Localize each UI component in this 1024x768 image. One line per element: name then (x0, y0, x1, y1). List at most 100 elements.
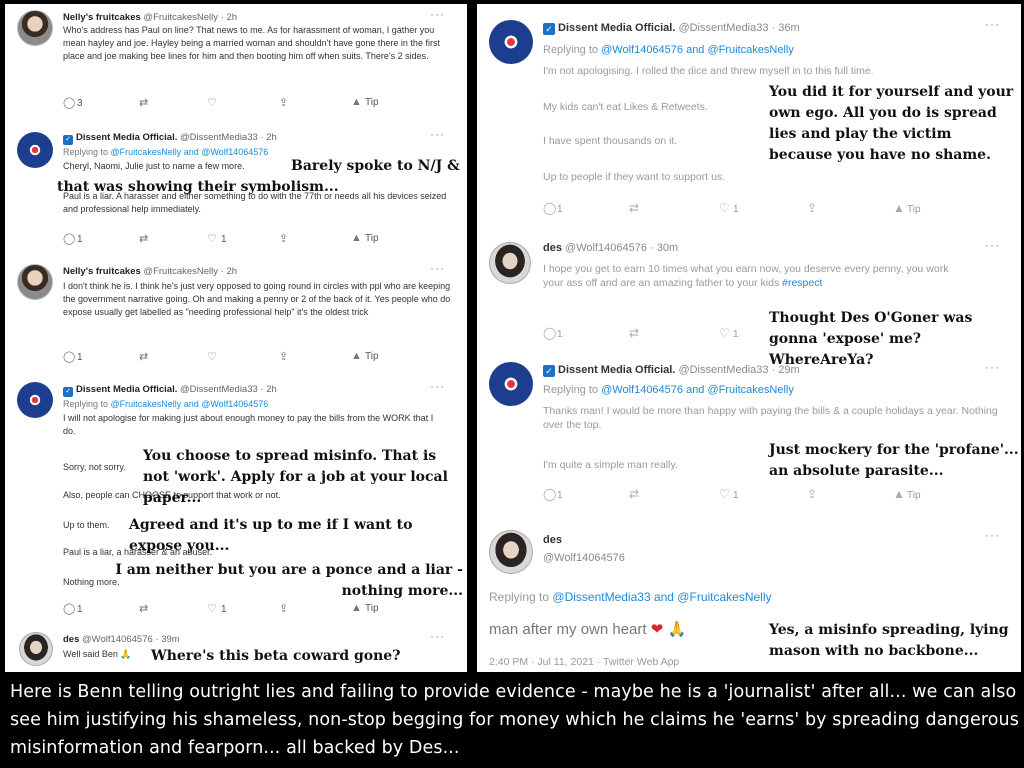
tweet-text-2: My kids can't eat Likes & Retweets. (543, 101, 708, 113)
reply-button[interactable]: ◯1 (63, 602, 83, 615)
more-icon[interactable]: ··· (430, 127, 445, 141)
display-name[interactable]: des (543, 242, 562, 254)
avatar[interactable] (17, 132, 53, 168)
avatar[interactable] (489, 20, 533, 64)
retweet-icon: ⇄ (139, 603, 149, 615)
like-button[interactable]: ♡ 1 (207, 232, 227, 245)
tweet-actions: ◯1 ⇄ ♡1 ⇪ ▲Tip (543, 201, 1003, 215)
more-icon[interactable]: ··· (985, 17, 1000, 31)
reply-button[interactable]: ◯1 (63, 350, 83, 363)
praying-hands-icon: 🙏 (667, 621, 687, 638)
tweet-des-1[interactable]: des @Wolf14064576 · 39m ··· Well said Be… (5, 626, 467, 672)
mention-link[interactable]: @DissentMedia33 and @FruitcakesNelly (552, 590, 771, 604)
display-name[interactable]: Dissent Media Official. (558, 364, 675, 376)
like-button[interactable]: ♡ 1 (719, 487, 739, 501)
tweet-dissent-4[interactable]: ✓ Dissent Media Official. @DissentMedia33… (477, 354, 1021, 522)
annotation-overlay: You did it for yourself and your own ego… (769, 84, 1014, 163)
reply-button[interactable]: ◯ 3 (63, 96, 83, 109)
more-icon[interactable]: ··· (985, 238, 1000, 252)
retweet-button[interactable]: ⇄ (629, 326, 643, 340)
handle: @Wolf14064576 (543, 552, 625, 564)
display-name[interactable]: des (543, 534, 562, 546)
reply-button[interactable]: ◯1 (543, 487, 563, 501)
reply-button[interactable]: ◯1 (543, 326, 563, 340)
tweet-text-4: Up to them. (63, 520, 110, 530)
share-icon: ⇪ (279, 603, 289, 615)
tweet-header: ✓ Dissent Media Official. @DissentMedia33… (543, 22, 800, 35)
retweet-button[interactable]: ⇄ (139, 96, 153, 109)
reply-button[interactable]: ◯1 (543, 201, 563, 215)
display-name[interactable]: Dissent Media Official. (76, 384, 177, 395)
retweet-button[interactable]: ⇄ (139, 602, 153, 615)
share-button[interactable]: ⇪ (807, 487, 821, 501)
replying-to: Replying to @FruitcakesNelly and @Wolf14… (63, 399, 269, 409)
avatar[interactable] (17, 10, 53, 46)
reply-button[interactable]: ◯1 (63, 232, 83, 245)
display-name[interactable]: des (63, 634, 79, 645)
tip-icon: ▲ (893, 487, 905, 501)
retweet-button[interactable]: ⇄ (139, 232, 153, 245)
like-button[interactable]: ♡ 1 (207, 602, 227, 615)
more-icon[interactable]: ··· (430, 261, 445, 275)
retweet-button[interactable]: ⇄ (629, 487, 643, 501)
tip-button[interactable]: ▲ Tip (893, 201, 921, 215)
avatar[interactable] (489, 242, 531, 284)
more-icon[interactable]: ··· (985, 528, 1000, 542)
annotation-overlay: Where's this beta coward gone? (151, 648, 401, 664)
handle-time: @DissentMedia33 · 29m (678, 364, 800, 376)
more-icon[interactable]: ··· (430, 379, 445, 393)
share-icon: ⇪ (279, 351, 289, 363)
more-icon[interactable]: ··· (985, 360, 1000, 374)
tip-button[interactable]: ▲ Tip (351, 602, 379, 614)
more-icon[interactable]: ··· (430, 629, 445, 643)
heart-icon: ♡ (207, 351, 217, 363)
handle-time: @DissentMedia33 · 2h (180, 132, 277, 143)
tip-button[interactable]: ▲ Tip (351, 232, 379, 244)
like-button[interactable]: ♡ (207, 350, 221, 363)
share-button[interactable]: ⇪ (807, 201, 821, 215)
annotation-overlay: Yes, a misinfo spreading, lying mason wi… (769, 622, 1009, 659)
replying-to: Replying to @Wolf14064576 and @Fruitcake… (543, 44, 794, 56)
tweet-dissent-1[interactable]: ✓ Dissent Media Official. @DissentMedia33… (5, 122, 467, 258)
tweet-actions: ◯ 1 ⇄ ♡ ⇪ ▲ Tip (63, 350, 443, 364)
more-icon[interactable]: ··· (430, 7, 445, 21)
display-name[interactable]: Dissent Media Official. (558, 22, 675, 34)
share-icon: ⇪ (807, 201, 818, 215)
share-button[interactable]: ⇪ (279, 96, 293, 109)
tip-button[interactable]: ▲ Tip (351, 350, 379, 362)
display-name[interactable]: Nelly's fruitcakes (63, 12, 141, 23)
display-name[interactable]: Dissent Media Official. (76, 132, 177, 143)
tweet-des-2[interactable]: des @Wolf14064576 · 30m ··· I hope you g… (477, 230, 1021, 368)
share-button[interactable]: ⇪ (279, 232, 293, 245)
mention-link[interactable]: @Wolf14064576 and @FruitcakesNelly (601, 384, 794, 396)
handle-time: @Wolf14064576 · 30m (565, 242, 679, 254)
tweet-nelly-2[interactable]: Nelly's fruitcakes @FruitcakesNelly · 2h… (5, 258, 467, 378)
tweet-nelly-1[interactable]: Nelly's fruitcakes @FruitcakesNelly · 2h… (5, 4, 467, 122)
avatar[interactable] (19, 632, 53, 666)
tip-button[interactable]: ▲ Tip (893, 487, 921, 501)
tip-icon: ▲ (351, 232, 362, 244)
retweet-button[interactable]: ⇄ (629, 201, 643, 215)
avatar[interactable] (489, 362, 533, 406)
display-name[interactable]: Nelly's fruitcakes (63, 266, 141, 277)
like-button[interactable]: ♡ 1 (719, 326, 739, 340)
handle-time: @DissentMedia33 · 2h (180, 384, 277, 395)
avatar[interactable] (17, 264, 53, 300)
tip-button[interactable]: ▲ Tip (351, 96, 379, 108)
mention-link[interactable]: @Wolf14064576 and @FruitcakesNelly (601, 44, 794, 56)
like-button[interactable]: ♡ (207, 96, 221, 109)
mention-link[interactable]: @FruitcakesNelly and @Wolf14064576 (111, 399, 269, 409)
like-button[interactable]: ♡ 1 (719, 201, 739, 215)
avatar[interactable] (489, 530, 533, 574)
hashtag-link[interactable]: #respect (782, 277, 822, 289)
tweet-des-focused[interactable]: des @Wolf14064576 ··· Replying to @Disse… (477, 522, 1021, 672)
retweet-icon: ⇄ (629, 201, 640, 215)
tweet-text-3: I have spent thousands on it. (543, 135, 678, 147)
retweet-button[interactable]: ⇄ (139, 350, 153, 363)
share-button[interactable]: ⇪ (279, 602, 293, 615)
avatar[interactable] (17, 382, 53, 418)
reply-icon: ◯ (543, 487, 557, 501)
tweet-dissent-2[interactable]: ✓ Dissent Media Official. @DissentMedia33… (5, 376, 467, 626)
share-button[interactable]: ⇪ (279, 350, 293, 363)
tweet-dissent-3[interactable]: ✓ Dissent Media Official. @DissentMedia33… (477, 4, 1021, 230)
